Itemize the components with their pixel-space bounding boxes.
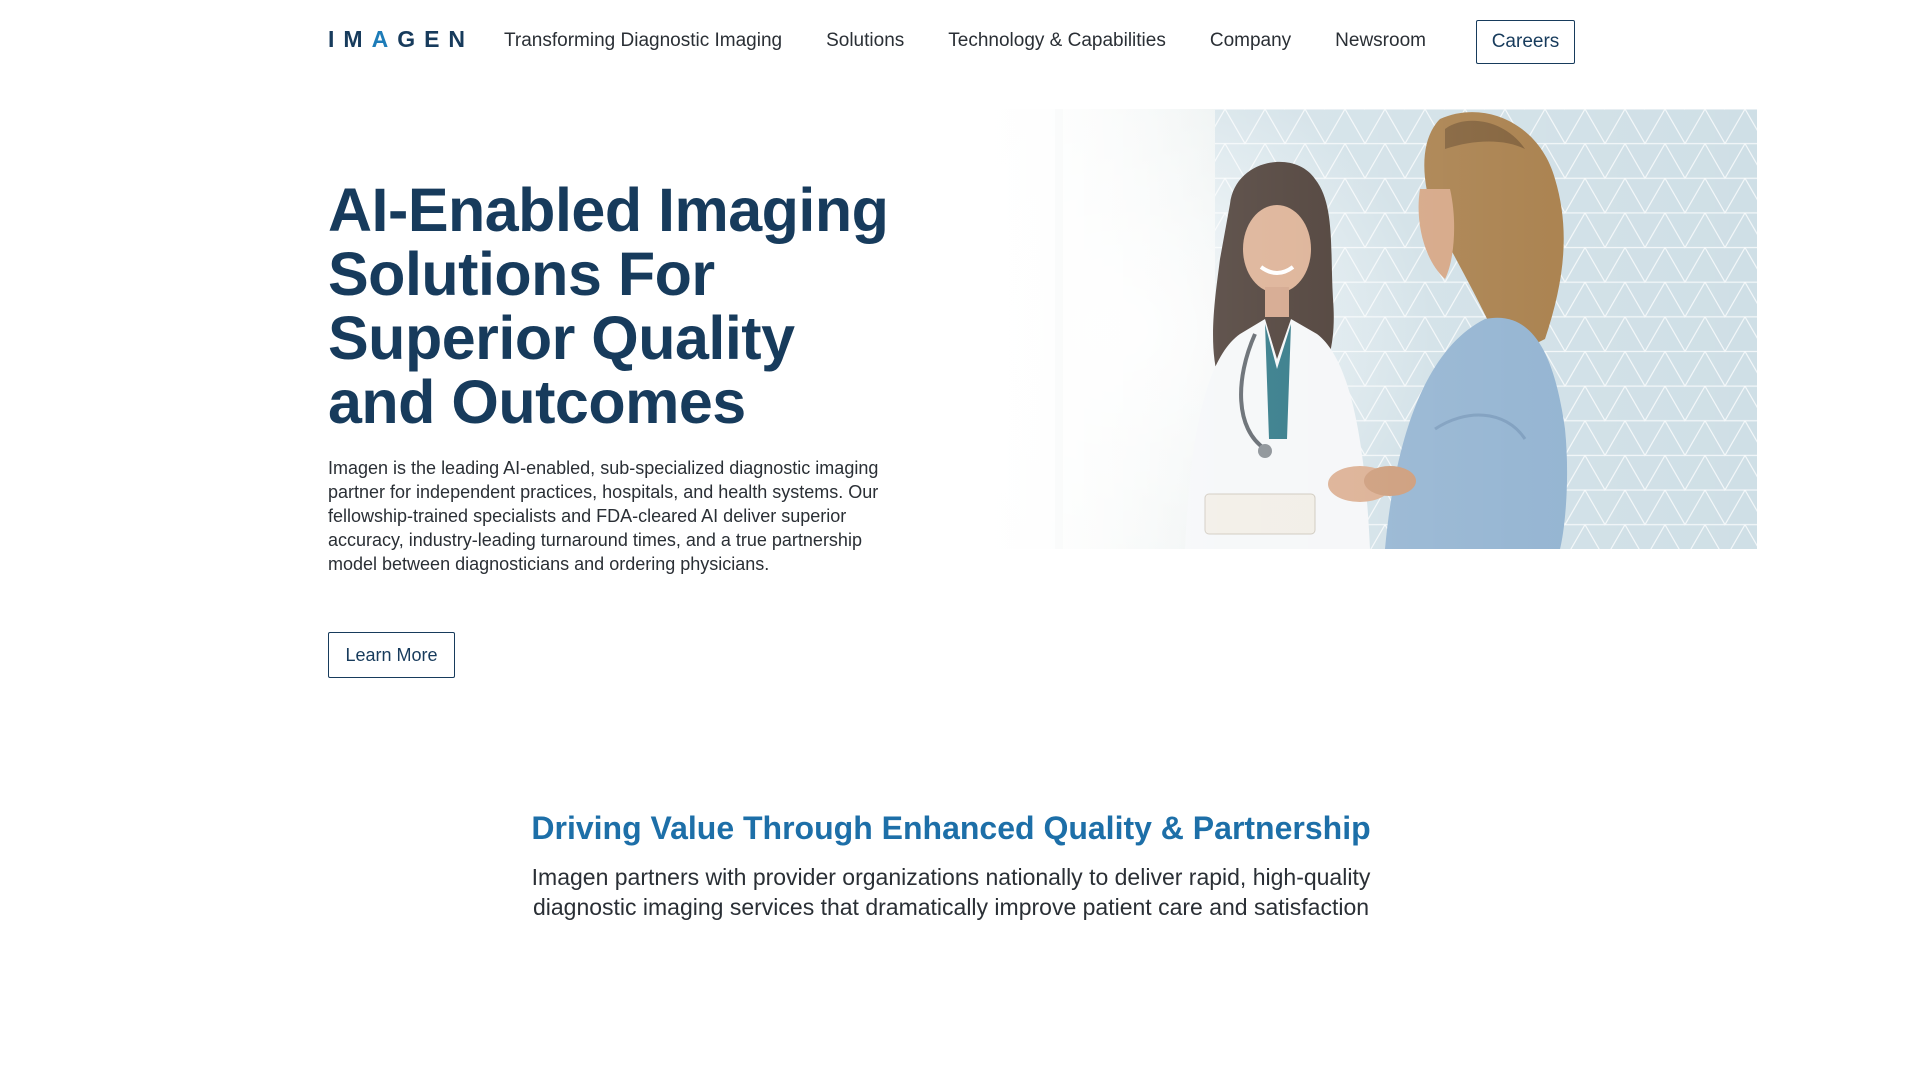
nav-technology-capabilities[interactable]: Technology & Capabilities [948,30,1166,52]
imagen-logo[interactable]: IMAGEN [328,26,474,53]
nav-company[interactable]: Company [1210,30,1291,52]
careers-button[interactable]: Careers [1476,20,1575,64]
value-section-title: Driving Value Through Enhanced Quality &… [531,810,1371,846]
hero-title-line: Superior Quality [328,304,795,372]
hero-description: Imagen is the leading AI-enabled, sub-sp… [328,458,879,574]
hero-image [965,109,1757,549]
hero-title: AI-Enabled Imaging Solutions For Superio… [328,178,948,434]
hero-title-line: and Outcomes [328,368,746,436]
doctor-patient-illustration [965,109,1757,549]
value-section-description: Imagen partners with provider organizati… [531,864,1371,920]
hero-title-line: Solutions For [328,240,715,308]
logo-text-start: IM [328,26,372,52]
nav-solutions[interactable]: Solutions [826,30,904,52]
below-viewport-area [0,945,1920,1080]
learn-more-button[interactable]: Learn More [328,632,455,678]
logo-accent-letter: A [371,26,398,52]
site-header: IMAGEN Transforming Diagnostic Imaging S… [0,0,1902,86]
page-viewport: IMAGEN Transforming Diagnostic Imaging S… [0,0,1902,945]
logo-text-end: GEN [397,26,475,52]
nav-transforming-diagnostic-imaging[interactable]: Transforming Diagnostic Imaging [504,30,782,52]
hero-title-line: AI-Enabled Imaging [328,176,889,244]
nav-newsroom[interactable]: Newsroom [1335,30,1426,52]
main-nav: Transforming Diagnostic Imaging Solution… [504,30,1470,52]
